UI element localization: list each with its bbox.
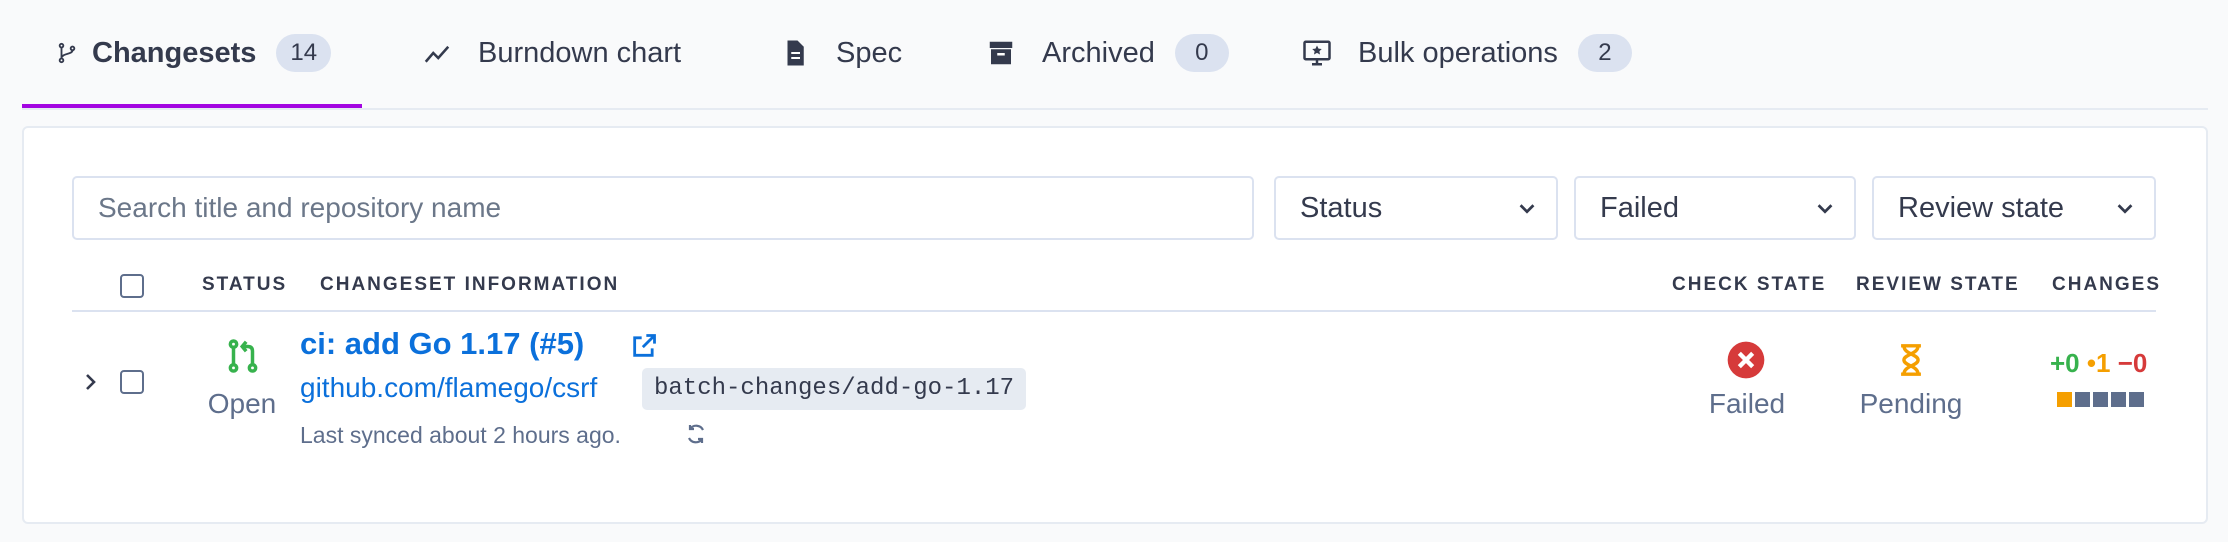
chevron-down-icon [1817, 204, 1833, 214]
changeset-title-link[interactable]: ci: add Go 1.17 (#5) [300, 326, 584, 362]
select-all-checkbox[interactable] [120, 274, 144, 298]
last-synced-text: Last synced about 2 hours ago. [300, 422, 621, 448]
lines-deleted: −0 [2117, 348, 2148, 378]
changesets-panel: Status Failed Review state Status Change… [22, 126, 2208, 524]
header-review-state: Review state [1856, 274, 2020, 295]
table-header: Status Changeset information Check state… [72, 262, 2159, 312]
tab-spec-label: Spec [836, 36, 903, 69]
tab-burndown-chart[interactable]: Burndown chart [422, 0, 681, 106]
review-state-filter-value: Review state [1898, 191, 2065, 224]
check-state-filter-select[interactable]: Failed [1574, 176, 1856, 240]
header-check-state: Check state [1672, 274, 1827, 295]
review-state-label: Pending [1859, 388, 1963, 419]
pull-request-open-icon [228, 339, 258, 373]
tab-bulk-count: 2 [1577, 34, 1632, 72]
review-state-filter-select[interactable]: Review state [1872, 176, 2156, 240]
tab-changesets[interactable]: Changesets 14 [22, 0, 362, 108]
status-label: Open [207, 388, 277, 419]
chevron-right-icon[interactable] [78, 370, 102, 394]
repository-link[interactable]: github.com/flamego/csrf [300, 372, 597, 404]
check-state-label: Failed [1708, 388, 1786, 419]
monitor-star-icon [1302, 38, 1332, 68]
lines-added: +0 [2050, 348, 2080, 378]
diff-stat-bar [2057, 392, 2144, 407]
tab-burndown-label: Burndown chart [478, 36, 682, 69]
row-checkbox[interactable] [120, 370, 144, 394]
tab-bar: Changesets 14 Burndown chart Spec Archiv… [22, 0, 2208, 110]
status-filter-value: Status [1300, 191, 1383, 224]
tab-archived-count: 0 [1174, 34, 1229, 72]
status-filter-select[interactable]: Status [1274, 176, 1558, 240]
archive-icon [986, 38, 1016, 68]
check-failed-icon [1727, 341, 1765, 379]
check-state-filter-value: Failed [1600, 191, 1679, 224]
tab-archived-label: Archived [1042, 36, 1155, 69]
header-changes: Changes [2052, 274, 2162, 295]
search-input[interactable] [72, 176, 1254, 240]
document-icon [780, 38, 810, 68]
branch-badge: batch-changes/add-go-1.17 [642, 368, 1027, 410]
tab-changesets-count: 14 [276, 34, 332, 72]
tab-archived[interactable]: Archived 0 [986, 0, 1229, 106]
diff-bar-changed [2057, 392, 2072, 407]
lines-changed: •1 [2086, 348, 2111, 378]
chevron-down-icon [1519, 204, 1535, 214]
diff-bar-neutral [2129, 392, 2144, 407]
branch-icon [56, 38, 78, 68]
chart-line-icon [422, 38, 452, 68]
hourglass-icon [1901, 344, 1921, 376]
diff-stat: +0 •1 −0 [2050, 348, 2147, 379]
external-link-icon[interactable] [630, 332, 658, 360]
diff-bar-neutral [2093, 392, 2108, 407]
tab-spec[interactable]: Spec [780, 0, 902, 106]
header-changeset-information: Changeset information [320, 274, 620, 295]
chevron-down-icon [2117, 204, 2133, 214]
tab-bulk-operations[interactable]: Bulk operations 2 [1302, 0, 1632, 106]
tab-changesets-label: Changesets [92, 36, 257, 69]
sync-icon[interactable] [684, 422, 708, 446]
table-row: Open ci: add Go 1.17 (#5) github.com/fla… [72, 312, 2156, 462]
diff-bar-neutral [2111, 392, 2126, 407]
header-status: Status [202, 274, 288, 295]
tab-bulk-label: Bulk operations [1358, 36, 1558, 69]
diff-bar-neutral [2075, 392, 2090, 407]
